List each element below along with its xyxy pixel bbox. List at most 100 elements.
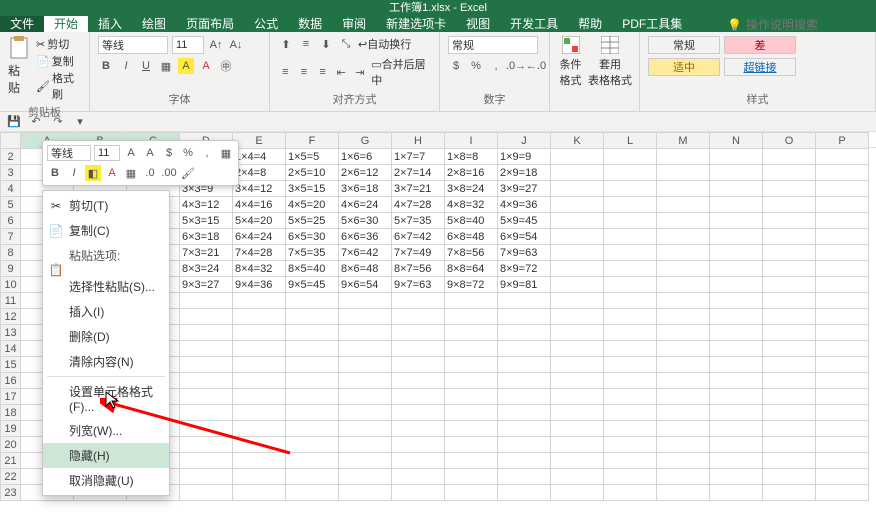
cell-E21[interactable] [233, 453, 286, 469]
cell-L22[interactable] [604, 469, 657, 485]
cell-D17[interactable] [180, 389, 233, 405]
font-color-icon[interactable]: A [198, 58, 214, 74]
cell-G11[interactable] [339, 293, 392, 309]
cell-J11[interactable] [498, 293, 551, 309]
cell-H6[interactable]: 5×7=35 [392, 213, 445, 229]
cell-I16[interactable] [445, 373, 498, 389]
cell-M23[interactable] [657, 485, 710, 501]
cell-D10[interactable]: 9×3=27 [180, 277, 233, 293]
cell-N17[interactable] [710, 389, 763, 405]
cell-O17[interactable] [763, 389, 816, 405]
cell-J3[interactable]: 2×9=18 [498, 165, 551, 181]
column-header-I[interactable]: I [445, 133, 498, 149]
cell-F14[interactable] [286, 341, 339, 357]
cell-M13[interactable] [657, 325, 710, 341]
cell-N23[interactable] [710, 485, 763, 501]
cell-N22[interactable] [710, 469, 763, 485]
cell-K14[interactable] [551, 341, 604, 357]
wrap-text-button[interactable]: ↩自动换行 [358, 36, 411, 52]
cut-button[interactable]: ✂剪切 [36, 36, 81, 52]
cell-O2[interactable] [763, 149, 816, 165]
align-center-icon[interactable]: ≡ [297, 64, 312, 80]
cell-J8[interactable]: 7×9=63 [498, 245, 551, 261]
row-header-3[interactable]: 3 [1, 165, 21, 181]
cell-E16[interactable] [233, 373, 286, 389]
cell-I17[interactable] [445, 389, 498, 405]
cell-H17[interactable] [392, 389, 445, 405]
row-header-18[interactable]: 18 [1, 405, 21, 421]
mini-decrease-font-icon[interactable]: A [142, 145, 158, 161]
cell-I4[interactable]: 3×8=24 [445, 181, 498, 197]
phonetic-icon[interactable]: ㊥ [218, 58, 234, 74]
cell-I7[interactable]: 6×8=48 [445, 229, 498, 245]
cell-F15[interactable] [286, 357, 339, 373]
font-size-select[interactable]: 11 [172, 36, 204, 54]
increase-font-icon[interactable]: A↑ [208, 37, 224, 53]
cell-L8[interactable] [604, 245, 657, 261]
cell-K11[interactable] [551, 293, 604, 309]
cell-E12[interactable] [233, 309, 286, 325]
cell-H22[interactable] [392, 469, 445, 485]
cell-J13[interactable] [498, 325, 551, 341]
tab-9[interactable]: 开发工具 [500, 16, 568, 32]
cell-O16[interactable] [763, 373, 816, 389]
cell-D7[interactable]: 6×3=18 [180, 229, 233, 245]
column-header-O[interactable]: O [763, 133, 816, 149]
mini-font-size[interactable]: 11 [94, 145, 120, 161]
cell-D20[interactable] [180, 437, 233, 453]
cell-F21[interactable] [286, 453, 339, 469]
cell-K5[interactable] [551, 197, 604, 213]
cell-H4[interactable]: 3×7=21 [392, 181, 445, 197]
tab-6[interactable]: 审阅 [332, 16, 376, 32]
cell-E7[interactable]: 6×4=24 [233, 229, 286, 245]
cell-N10[interactable] [710, 277, 763, 293]
cell-L14[interactable] [604, 341, 657, 357]
cell-F7[interactable]: 6×5=30 [286, 229, 339, 245]
cell-D16[interactable] [180, 373, 233, 389]
tab-3[interactable]: 页面布局 [176, 16, 244, 32]
merge-center-button[interactable]: ▭合并后居中 [371, 56, 431, 88]
cell-G2[interactable]: 1×6=6 [339, 149, 392, 165]
cell-F23[interactable] [286, 485, 339, 501]
cell-M5[interactable] [657, 197, 710, 213]
cell-M20[interactable] [657, 437, 710, 453]
mini-border-dropdown-icon[interactable]: ▦ [123, 165, 139, 181]
context-menu-paste-icon[interactable]: 📋 [43, 266, 169, 274]
cell-I12[interactable] [445, 309, 498, 325]
cell-P8[interactable] [816, 245, 869, 261]
currency-icon[interactable]: $ [448, 58, 464, 74]
cell-K23[interactable] [551, 485, 604, 501]
cell-G20[interactable] [339, 437, 392, 453]
cell-F11[interactable] [286, 293, 339, 309]
tab-8[interactable]: 视图 [456, 16, 500, 32]
cell-K9[interactable] [551, 261, 604, 277]
cell-K12[interactable] [551, 309, 604, 325]
cell-E11[interactable] [233, 293, 286, 309]
cell-N8[interactable] [710, 245, 763, 261]
cell-N4[interactable] [710, 181, 763, 197]
cell-O20[interactable] [763, 437, 816, 453]
cell-L17[interactable] [604, 389, 657, 405]
cell-K7[interactable] [551, 229, 604, 245]
cell-K4[interactable] [551, 181, 604, 197]
cell-L23[interactable] [604, 485, 657, 501]
cell-M16[interactable] [657, 373, 710, 389]
cell-J21[interactable] [498, 453, 551, 469]
cell-O18[interactable] [763, 405, 816, 421]
cell-M15[interactable] [657, 357, 710, 373]
style-normal[interactable]: 常规 [648, 36, 720, 54]
cell-G9[interactable]: 8×6=48 [339, 261, 392, 277]
context-menu-cut[interactable]: ✂剪切(T) [43, 193, 169, 218]
cell-styles-gallery[interactable]: 常规 差 适中 超链接 [648, 36, 808, 76]
cell-I23[interactable] [445, 485, 498, 501]
cell-E10[interactable]: 9×4=36 [233, 277, 286, 293]
cell-P22[interactable] [816, 469, 869, 485]
cell-K16[interactable] [551, 373, 604, 389]
cell-G21[interactable] [339, 453, 392, 469]
cell-J7[interactable]: 6×9=54 [498, 229, 551, 245]
cell-M19[interactable] [657, 421, 710, 437]
cell-N19[interactable] [710, 421, 763, 437]
cell-M7[interactable] [657, 229, 710, 245]
row-header-16[interactable]: 16 [1, 373, 21, 389]
cell-E2[interactable]: 1×4=4 [233, 149, 286, 165]
